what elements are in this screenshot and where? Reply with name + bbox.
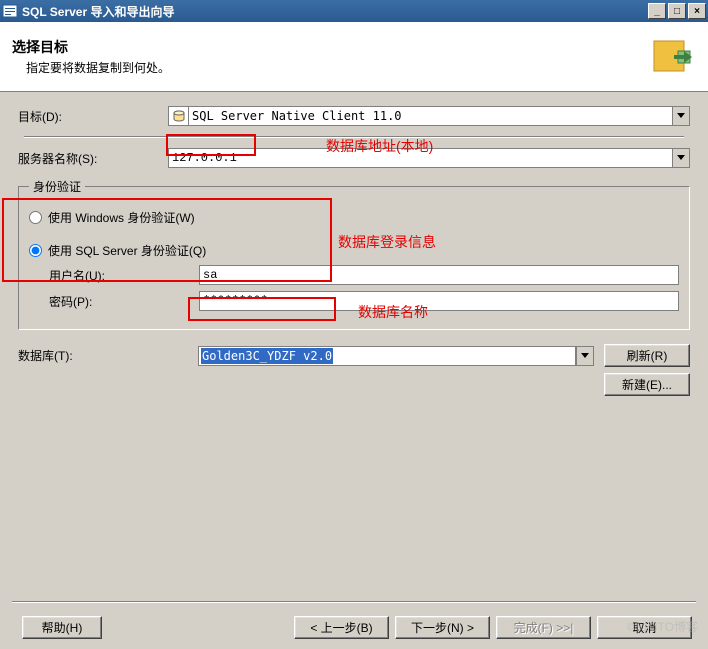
chevron-down-icon[interactable] [672, 106, 690, 126]
back-button[interactable]: < 上一步(B) [294, 616, 389, 639]
database-icon [168, 106, 188, 126]
target-combo[interactable] [168, 106, 690, 126]
auth-legend: 身份验证 [29, 178, 85, 195]
page-subtitle: 指定要将数据复制到何处。 [26, 59, 648, 76]
database-combo[interactable]: Golden3C_YDZF v2.0 [198, 346, 594, 366]
sql-auth-radio-row[interactable]: 使用 SQL Server 身份验证(Q) [29, 242, 679, 259]
window-title: SQL Server 导入和导出向导 [22, 3, 646, 20]
page-title: 选择目标 [12, 37, 648, 57]
watermark: ©51CTO博客 [627, 618, 698, 635]
close-button[interactable]: × [688, 3, 706, 19]
minimize-button[interactable]: _ [648, 3, 666, 19]
footer-divider [12, 601, 696, 603]
maximize-button[interactable]: □ [668, 3, 686, 19]
chevron-down-icon[interactable] [672, 148, 690, 168]
help-button[interactable]: 帮助(H) [22, 616, 102, 639]
divider [24, 136, 684, 138]
database-input[interactable]: Golden3C_YDZF v2.0 [198, 346, 576, 366]
username-label: 用户名(U): [49, 267, 199, 284]
target-input[interactable] [188, 106, 672, 126]
target-label: 目标(D): [18, 108, 168, 125]
app-icon [2, 3, 18, 19]
wizard-footer: 帮助(H) < 上一步(B) 下一步(N) > 完成(F) >>| 取消 [0, 606, 708, 643]
sql-auth-label: 使用 SQL Server 身份验证(Q) [48, 242, 206, 259]
password-input[interactable] [199, 291, 679, 311]
auth-group: 身份验证 使用 Windows 身份验证(W) 使用 SQL Server 身份… [18, 178, 690, 330]
server-label: 服务器名称(S): [18, 150, 168, 167]
database-label: 数据库(T): [18, 347, 198, 364]
windows-auth-radio-row[interactable]: 使用 Windows 身份验证(W) [29, 209, 679, 226]
content-area: 目标(D): 服务器名称(S): 身份验证 使用 Windows 身份验证(W) [0, 92, 708, 406]
sql-auth-radio[interactable] [29, 244, 42, 257]
chevron-down-icon[interactable] [576, 346, 594, 366]
refresh-button[interactable]: 刷新(R) [604, 344, 690, 367]
finish-button: 完成(F) >>| [496, 616, 591, 639]
next-button[interactable]: 下一步(N) > [395, 616, 490, 639]
username-input[interactable] [199, 265, 679, 285]
new-button[interactable]: 新建(E)... [604, 373, 690, 396]
windows-auth-label: 使用 Windows 身份验证(W) [48, 209, 195, 226]
titlebar: SQL Server 导入和导出向导 _ □ × [0, 0, 708, 22]
wizard-icon [648, 33, 696, 81]
windows-auth-radio[interactable] [29, 211, 42, 224]
password-label: 密码(P): [49, 293, 199, 310]
wizard-header: 选择目标 指定要将数据复制到何处。 [0, 22, 708, 92]
server-input[interactable] [168, 148, 672, 168]
server-combo[interactable] [168, 148, 690, 168]
